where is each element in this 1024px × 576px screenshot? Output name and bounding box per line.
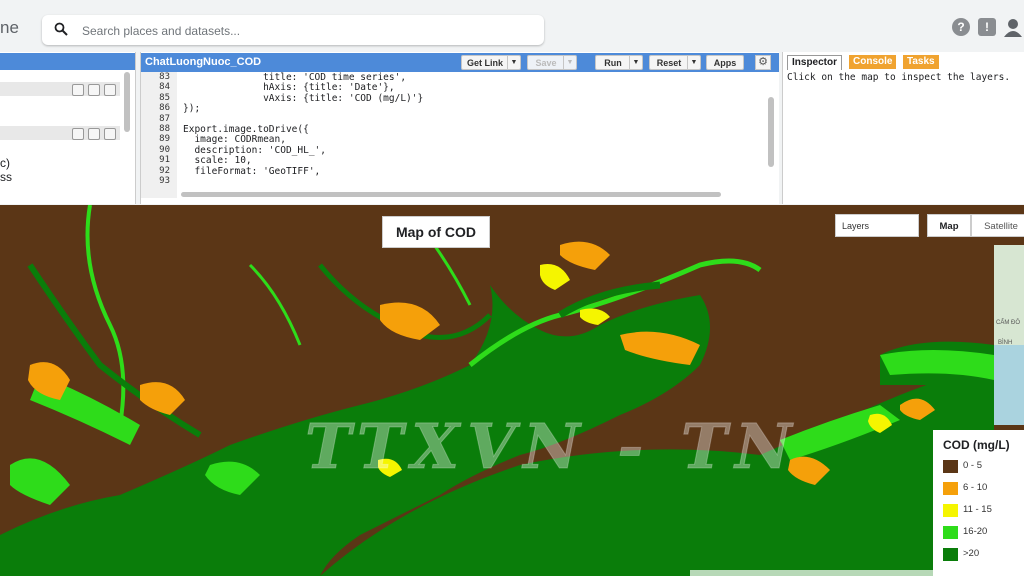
help-icon[interactable]: ? (952, 18, 970, 36)
legend-swatch (943, 460, 958, 473)
edit-icon[interactable] (88, 128, 100, 140)
edit-icon[interactable] (88, 84, 100, 96)
place-label: BÌNH (998, 340, 1013, 346)
script-list-item[interactable]: ss (0, 170, 12, 184)
get-link-button[interactable]: Get Link ▼ (461, 55, 521, 70)
line-number: 91 (159, 155, 170, 166)
scrollbar[interactable] (124, 72, 130, 132)
code-line[interactable]: description: 'COD_HL_', (183, 145, 326, 156)
code-editor: ChatLuongNuoc_COD Get Link ▼ Save ▼ Run … (140, 52, 779, 204)
reset-label: Reset (656, 58, 682, 68)
settings-icon[interactable] (72, 84, 84, 96)
cod-6-10-patch (380, 302, 440, 340)
line-number: 93 (159, 176, 170, 186)
top-bar: ne ? ! (0, 0, 1024, 52)
chevron-down-icon[interactable]: ▼ (687, 56, 700, 69)
legend-label: 11 - 15 (963, 504, 992, 515)
settings-icon[interactable] (72, 128, 84, 140)
tab-console[interactable]: Console (849, 55, 897, 69)
cod-raster-layer (0, 205, 994, 576)
line-number: 84 (159, 82, 170, 93)
inspector-message: Click on the map to inspect the layers. (787, 72, 1011, 83)
river (85, 205, 126, 426)
sea-area (994, 345, 1024, 425)
apps-button[interactable]: Apps (706, 55, 744, 70)
legend-label: 6 - 10 (963, 482, 988, 493)
legend-label: 16-20 (963, 526, 988, 537)
save-label: Save (535, 58, 557, 68)
delete-icon[interactable] (104, 128, 116, 140)
legend-swatch (943, 504, 958, 517)
cod-6-10-patch (140, 382, 185, 415)
run-button[interactable]: Run ▼ (595, 55, 643, 70)
script-title[interactable]: ChatLuongNuoc_COD (145, 56, 261, 68)
tab-tasks[interactable]: Tasks (903, 55, 939, 69)
code-line[interactable]: fileFormat: 'GeoTIFF', (183, 166, 320, 177)
watermark: TTXVN - TN (305, 410, 800, 484)
cod-legend: COD (mg/L) 0 - 5 6 - 10 11 - 15 16-20 >2… (933, 430, 1024, 576)
line-number: 87 (159, 113, 170, 124)
apps-label: Apps (713, 58, 737, 68)
scripts-panel: c) ss (0, 52, 136, 204)
tab-inspector[interactable]: Inspector (787, 55, 843, 70)
place-label: CẨM ĐÔ (996, 320, 1020, 326)
line-number: 92 (159, 165, 170, 176)
cod-16-20-patch (10, 458, 70, 505)
chevron-down-icon[interactable]: ▼ (507, 56, 520, 69)
map-type-map-button[interactable]: Map (927, 214, 971, 237)
line-number: 89 (159, 134, 170, 145)
legend-title: COD (mg/L) (943, 438, 1010, 452)
search-box[interactable] (42, 15, 544, 45)
script-list-item[interactable]: c) (0, 156, 10, 170)
get-link-label: Get Link (466, 58, 503, 68)
save-button[interactable]: Save ▼ (527, 55, 577, 70)
legend-swatch (943, 526, 958, 539)
feedback-icon[interactable]: ! (978, 18, 996, 36)
chevron-down-icon[interactable]: ▼ (563, 56, 576, 69)
legend-label: >20 (963, 548, 980, 559)
line-number: 86 (159, 103, 170, 114)
map-type-satellite-button[interactable]: Satellite (971, 214, 1024, 237)
code-line[interactable]: image: CODRmean, (183, 134, 286, 145)
account-icon[interactable] (1003, 17, 1023, 37)
scrollbar[interactable] (768, 97, 774, 167)
code-line[interactable]: title: 'COD time series', (183, 72, 406, 83)
map-title: Map of COD (382, 216, 490, 248)
scripts-panel-header (0, 53, 135, 70)
line-number: 83 (159, 72, 170, 82)
scrollbar[interactable] (181, 192, 721, 197)
script-row[interactable] (0, 126, 120, 140)
delete-icon[interactable] (104, 84, 116, 96)
map-attribution (690, 570, 990, 576)
gear-icon[interactable]: ⚙ (755, 55, 771, 70)
line-number: 88 (159, 124, 170, 134)
script-row[interactable] (0, 82, 120, 96)
search-icon (54, 22, 68, 36)
legend-label: 0 - 5 (963, 460, 983, 471)
layers-button[interactable]: Layers (835, 214, 919, 237)
run-label: Run (604, 58, 622, 68)
search-input[interactable] (80, 19, 524, 43)
line-number: 85 (159, 92, 170, 103)
code-line[interactable]: vAxis: {title: 'COD (mg/L)'} (183, 93, 423, 104)
legend-swatch (943, 482, 958, 495)
brand-text: ne (0, 18, 19, 37)
map-canvas[interactable]: CẨM ĐÔ BÌNH Map of COD Layers Map Satell… (0, 205, 1024, 576)
code-line[interactable]: scale: 10, (183, 155, 251, 166)
chevron-down-icon[interactable]: ▼ (629, 56, 642, 69)
reset-button[interactable]: Reset ▼ (649, 55, 701, 70)
basemap-strip: CẨM ĐÔ BÌNH (994, 245, 1024, 425)
legend-swatch (943, 548, 958, 561)
inspector-panel: Inspector Console Tasks Click on the map… (782, 52, 1024, 204)
code-line[interactable]: }); (183, 103, 200, 114)
editor-toolbar: ChatLuongNuoc_COD Get Link ▼ Save ▼ Run … (141, 53, 779, 72)
line-number: 90 (159, 144, 170, 155)
cod-11-15-patch (540, 264, 570, 290)
river (248, 263, 302, 346)
cod-6-10-patch (560, 241, 610, 270)
code-line[interactable]: hAxis: {title: 'Date'}, (183, 82, 395, 93)
code-line[interactable]: Export.image.toDrive({ (183, 124, 309, 135)
